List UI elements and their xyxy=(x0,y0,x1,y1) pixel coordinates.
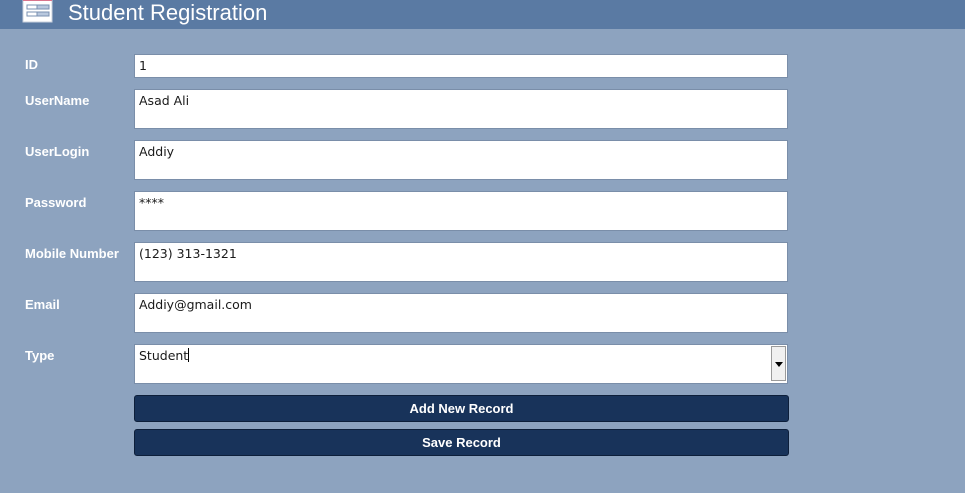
password-label: Password xyxy=(25,195,87,210)
type-label: Type xyxy=(25,348,55,363)
userlogin-field[interactable]: Addiy xyxy=(134,140,788,180)
text-cursor xyxy=(188,348,190,362)
email-field[interactable]: Addiy@gmail.com xyxy=(134,293,788,333)
form-icon xyxy=(22,0,53,23)
type-combobox-value: Student xyxy=(139,348,189,363)
email-label: Email xyxy=(25,297,60,312)
dropdown-arrow-button[interactable] xyxy=(771,346,786,381)
mobile-number-label: Mobile Number xyxy=(25,246,119,261)
page-title: Student Registration xyxy=(68,0,268,25)
chevron-down-icon xyxy=(775,362,783,367)
mobile-number-field[interactable]: (123) 313-1321 xyxy=(134,242,788,282)
add-new-record-button[interactable]: Add New Record xyxy=(134,395,789,422)
username-label: UserName xyxy=(25,93,90,108)
username-field[interactable]: Asad Ali xyxy=(134,89,788,129)
type-combobox[interactable]: Student xyxy=(134,344,788,384)
userlogin-label: UserLogin xyxy=(25,144,90,159)
id-field[interactable]: 1 xyxy=(134,54,788,78)
password-field[interactable]: **** xyxy=(134,191,788,231)
title-bar: Student Registration xyxy=(0,0,965,29)
id-label: ID xyxy=(25,57,38,72)
save-record-button[interactable]: Save Record xyxy=(134,429,789,456)
